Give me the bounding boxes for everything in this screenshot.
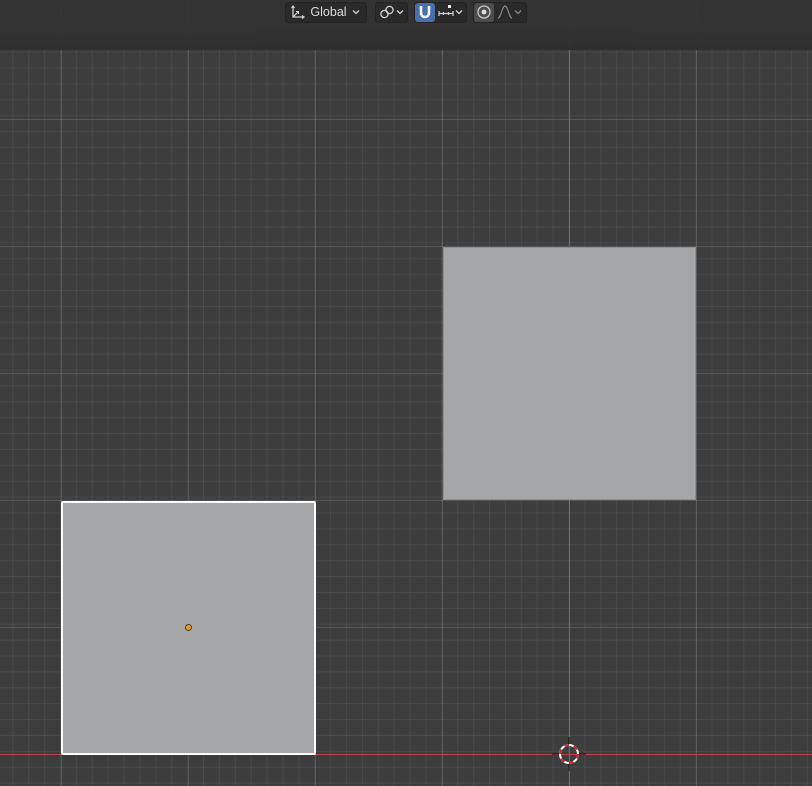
snap-increment-icon[interactable] xyxy=(437,4,454,20)
chevron-down-icon xyxy=(395,7,405,17)
pivot-link-icon xyxy=(379,4,395,20)
snapping-controls xyxy=(413,1,467,23)
chevron-down-icon xyxy=(351,7,361,17)
grid-line xyxy=(0,119,812,120)
proportional-editing-controls xyxy=(472,1,527,23)
magnet-icon xyxy=(417,4,433,20)
3d-viewport[interactable] xyxy=(0,0,812,786)
grid-line xyxy=(696,0,697,786)
transform-orientation-icon xyxy=(290,4,306,20)
transform-orientation-label: Global xyxy=(310,5,347,19)
proportional-editing-toggle-button[interactable] xyxy=(473,2,494,22)
snap-toggle-button[interactable] xyxy=(414,2,435,22)
pivot-point-dropdown[interactable] xyxy=(374,1,408,23)
3d-cursor-icon[interactable] xyxy=(552,737,586,771)
transform-orientation-dropdown[interactable]: Global xyxy=(285,1,367,23)
falloff-curve-icon[interactable] xyxy=(497,4,513,20)
object-origin-dot xyxy=(185,624,192,631)
chevron-down-icon[interactable] xyxy=(513,7,523,17)
chevron-down-icon[interactable] xyxy=(454,7,464,17)
header-toolbar: Global xyxy=(0,0,812,24)
viewport-header: Global xyxy=(0,0,812,50)
plane-object[interactable] xyxy=(443,247,696,500)
proportional-circle-icon xyxy=(476,4,492,20)
